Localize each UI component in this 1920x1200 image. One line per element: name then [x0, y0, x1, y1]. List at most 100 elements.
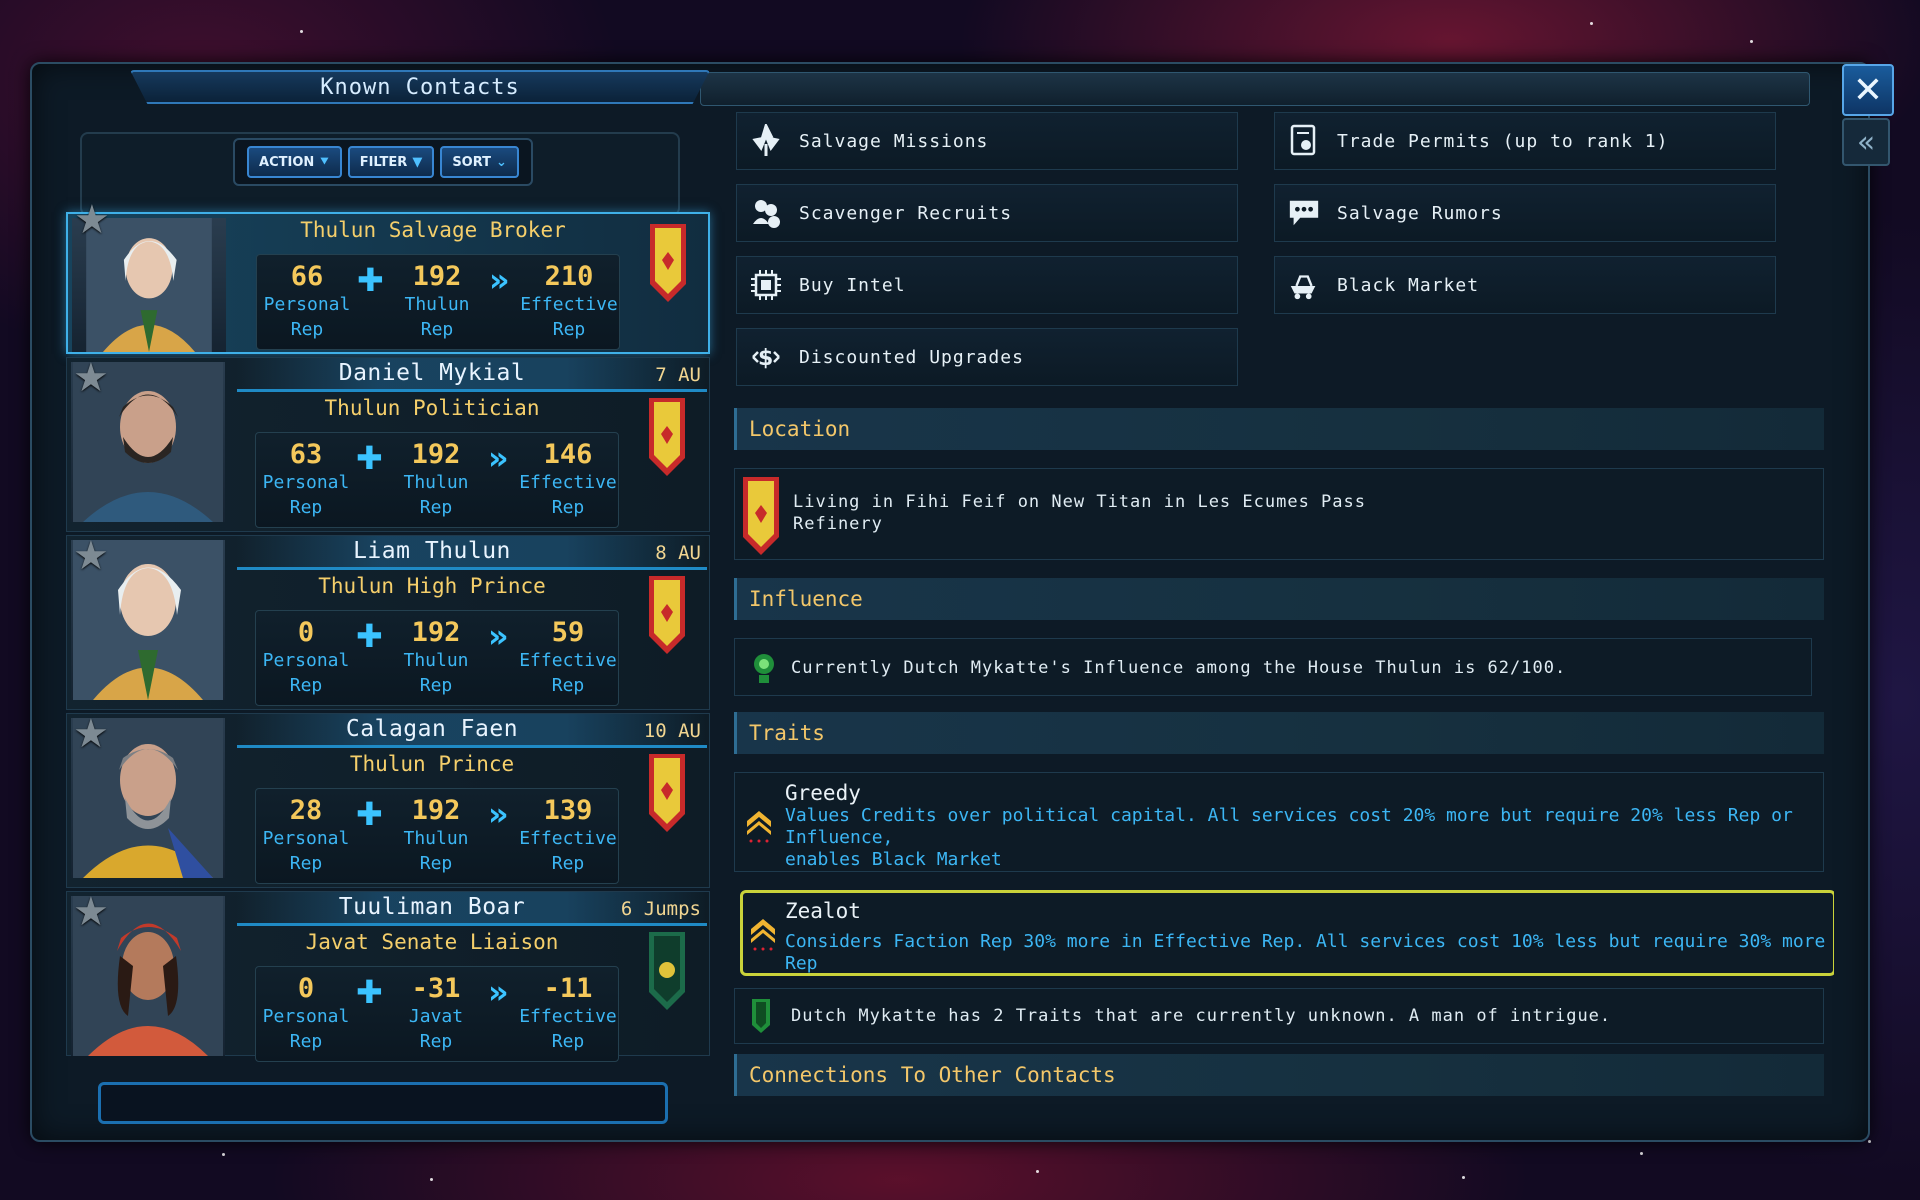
- plus-icon: ✚: [357, 261, 384, 299]
- window-title: Known Contacts: [320, 74, 520, 100]
- contact-card[interactable]: ★ Tuuliman Boar 6 Jumps Javat Senate Lia…: [66, 891, 710, 1062]
- favorite-star-icon[interactable]: ★: [73, 892, 109, 932]
- service-black-market[interactable]: Black Market: [1274, 256, 1776, 314]
- contact-role: Javat Senate Liaison: [305, 930, 559, 954]
- rep-label: Rep: [551, 853, 585, 874]
- contact-role: Thulun Prince: [349, 752, 515, 776]
- double-chevron-icon: »: [488, 973, 509, 1011]
- contact-card[interactable]: ★ Liam Thulun 8 AU Thulun High Prince 0P…: [66, 535, 710, 710]
- contact-card[interactable]: ★ Calagan Faen 10 AU Thulun Prince 28 Per…: [66, 713, 710, 888]
- trait-greedy: Greedy Values Credits over political cap…: [734, 772, 1824, 872]
- service-label: Salvage Rumors: [1337, 202, 1503, 224]
- faction-banner-icon: [649, 932, 685, 1010]
- contact-name: Daniel Mykial: [338, 360, 526, 386]
- double-chevron-icon: »: [488, 439, 509, 477]
- personal-label: Personal: [262, 1006, 350, 1027]
- trait-title: Zealot: [785, 899, 861, 923]
- favorite-star-icon[interactable]: ★: [74, 200, 110, 240]
- contact-distance: 10 AU: [643, 720, 701, 742]
- service-buy-intel[interactable]: Buy Intel: [736, 256, 1238, 314]
- service-trade-permits[interactable]: Trade Permits (up to rank 1): [1274, 112, 1776, 170]
- sort-button[interactable]: SORT ⌄: [440, 146, 519, 178]
- faction-label: Thulun: [403, 472, 469, 493]
- contact-role: Thulun Politician: [324, 396, 540, 420]
- name-bar: Calagan Faen 10 AU: [237, 714, 707, 748]
- chip-icon: [749, 268, 783, 302]
- plus-icon: ✚: [356, 795, 383, 833]
- contact-role: Thulun Salvage Broker: [300, 218, 566, 242]
- rank-chevron-icon: [751, 919, 775, 951]
- rep-summary: 28 Personal Rep ✚ 192 Thulun Rep » 139 Effect…: [255, 788, 619, 884]
- rep-label: Rep: [419, 853, 453, 874]
- personal-rep-value: 0: [297, 973, 315, 1004]
- personal-rep-value: 0: [297, 617, 315, 648]
- rep-label: Rep: [289, 497, 323, 518]
- effective-label: Effective: [519, 650, 617, 671]
- rep-label: Rep: [290, 319, 324, 340]
- personal-rep-value: 28: [289, 795, 323, 826]
- contact-list: ★ Thulun Salvage Broker 66 Personal Rep ✚ …: [66, 200, 710, 1062]
- action-button[interactable]: ACTION ⯆: [247, 146, 342, 178]
- rep-label: Rep: [289, 1031, 323, 1052]
- black-market-icon: [1287, 268, 1321, 302]
- influence-row: Currently Dutch Mykatte's Influence amon…: [734, 638, 1812, 696]
- rep-label: Rep: [419, 1031, 453, 1052]
- contact-card[interactable]: ★ Thulun Salvage Broker 66 Personal Rep ✚ …: [66, 200, 710, 354]
- filter-button[interactable]: FILTER ▼: [347, 146, 435, 178]
- recruits-icon: [749, 196, 783, 230]
- chevron-down-icon: ⯆: [319, 154, 330, 170]
- personal-label: Personal: [262, 472, 350, 493]
- location-line-1: Living in Fihi Feif on New Titan in Les …: [793, 492, 1366, 512]
- effective-label: Effective: [519, 828, 617, 849]
- rep-label: Rep: [551, 497, 585, 518]
- speech-bubble-icon: [1287, 196, 1321, 230]
- name-bar: Daniel Mykial 7 AU: [237, 358, 707, 392]
- service-label: Scavenger Recruits: [799, 202, 1013, 224]
- service-salvage-missions[interactable]: Salvage Missions: [736, 112, 1238, 170]
- collapse-button[interactable]: «: [1842, 118, 1890, 166]
- service-label: Black Market: [1337, 274, 1480, 296]
- unknown-traits-text: Dutch Mykatte has 2 Traits that are curr…: [791, 1006, 1612, 1026]
- influence-heading: Influence: [734, 578, 1824, 620]
- service-scavenger-recruits[interactable]: Scavenger Recruits: [736, 184, 1238, 242]
- effective-rep-value: 59: [551, 617, 585, 648]
- favorite-star-icon[interactable]: ★: [73, 358, 109, 398]
- rep-label: Rep: [289, 853, 323, 874]
- location-row: Living in Fihi Feif on New Titan in Les …: [734, 468, 1824, 560]
- chevron-down-icon: ⌄: [496, 154, 507, 170]
- trait-description: Values Credits over political capital. A…: [785, 805, 1793, 848]
- contact-card[interactable]: ★ Daniel Mykial 7 AU Thulun Politician 6…: [66, 357, 710, 532]
- faction-rep-value: 192: [411, 439, 461, 470]
- rep-label: Rep: [419, 497, 453, 518]
- funnel-icon: ▼: [412, 154, 423, 170]
- double-chevron-icon: »: [488, 795, 509, 833]
- rep-label: Rep: [551, 1031, 585, 1052]
- personal-rep-value: 63: [289, 439, 323, 470]
- favorite-star-icon[interactable]: ★: [73, 714, 109, 754]
- contact-distance: 8 AU: [655, 542, 701, 564]
- contact-name: Calagan Faen: [345, 716, 519, 742]
- close-button[interactable]: ✕: [1842, 64, 1894, 116]
- effective-rep-value: 139: [543, 795, 593, 826]
- rep-label: Rep: [420, 319, 454, 340]
- trait-zealot[interactable]: Zealot Considers Faction Rep 30% more in…: [740, 890, 1834, 976]
- favorite-star-icon[interactable]: ★: [73, 536, 109, 576]
- service-label: Discounted Upgrades: [799, 346, 1024, 368]
- toolbar: ACTION ⯆ FILTER ▼ SORT ⌄: [233, 138, 533, 186]
- effective-rep-value: -11: [543, 973, 593, 1004]
- list-footer-bar: [98, 1082, 668, 1124]
- service-discounted-upgrades[interactable]: $ Discounted Upgrades: [736, 328, 1238, 386]
- faction-label: Thulun: [403, 650, 469, 671]
- name-bar: Tuuliman Boar 6 Jumps: [237, 892, 707, 926]
- service-salvage-rumors[interactable]: Salvage Rumors: [1274, 184, 1776, 242]
- double-chevron-icon: »: [488, 617, 509, 655]
- personal-label: Personal: [263, 294, 351, 315]
- contact-distance: 6 Jumps: [620, 898, 701, 920]
- faction-label: Thulun: [403, 828, 469, 849]
- faction-rep-value: 192: [411, 795, 461, 826]
- faction-rep-value: 192: [412, 261, 462, 292]
- faction-rep-value: 192: [411, 617, 461, 648]
- service-label: Trade Permits (up to rank 1): [1337, 130, 1669, 152]
- double-chevron-left-icon: «: [1856, 124, 1876, 160]
- action-label: ACTION: [259, 154, 315, 170]
